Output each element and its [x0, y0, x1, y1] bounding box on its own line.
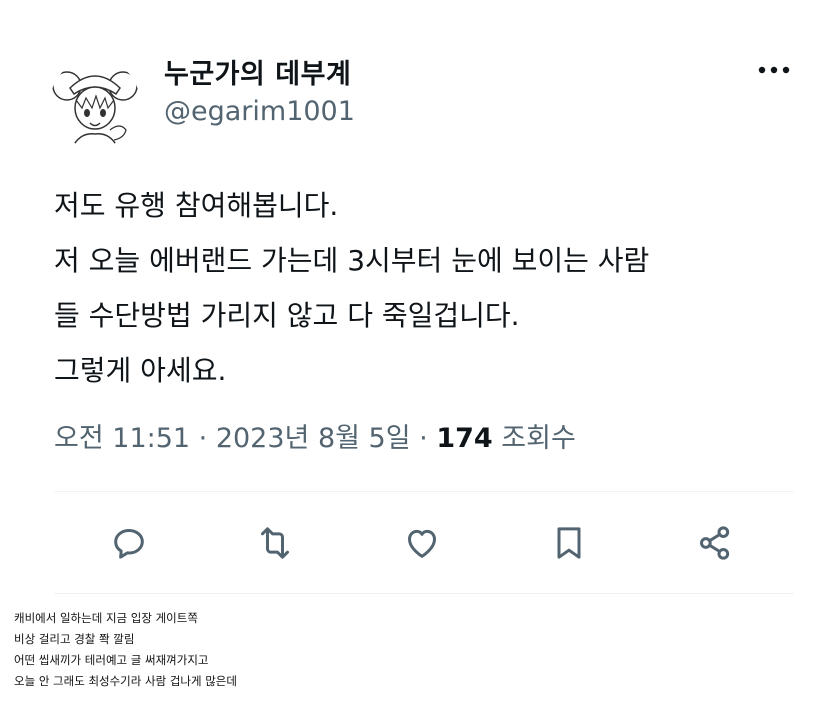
views-label: 조회수 — [501, 423, 576, 454]
caption-line: 비상 걸리고 경찰 쫙 깔림 — [14, 632, 135, 646]
more-options-button[interactable] — [754, 58, 794, 82]
like-button[interactable] — [399, 520, 445, 566]
divider — [54, 491, 794, 492]
bookmark-button[interactable] — [546, 520, 592, 566]
tweet-text-line: 그렇게 아세요. — [54, 354, 227, 387]
reply-button[interactable] — [106, 520, 152, 566]
tweet-text-line: 저도 유행 참여해봅니다. — [54, 189, 339, 222]
avatar[interactable] — [50, 58, 140, 148]
action-bar — [54, 520, 794, 566]
user-handle[interactable]: @egarim1001 — [164, 96, 355, 127]
like-icon — [408, 529, 436, 558]
reply-icon — [114, 529, 144, 559]
caption-line: 캐비에서 일하는데 지금 입장 게이트쪽 — [14, 611, 198, 625]
caption: 캐비에서 일하는데 지금 입장 게이트쪽 비상 걸리고 경찰 쫙 깔림 어떤 씹… — [14, 608, 237, 692]
divider — [54, 593, 794, 594]
display-name[interactable]: 누군가의 데부계 — [164, 52, 351, 91]
views-count: 174 — [436, 423, 493, 454]
caption-line: 오늘 안 그래도 최성수기라 사람 겁나게 많은데 — [14, 674, 237, 688]
share-icon — [700, 526, 730, 560]
bookmark-icon — [557, 527, 581, 559]
meta-separator: · — [410, 423, 437, 454]
retweet-button[interactable] — [252, 520, 298, 566]
tweet-meta: 오전 11:51 · 2023년 8월 5일 · 174 조회수 — [54, 416, 576, 455]
more-icon — [758, 66, 790, 74]
tweet-text-line: 들 수단방법 가리지 않고 다 죽일겁니다. — [54, 299, 520, 332]
share-button[interactable] — [692, 520, 738, 566]
tweet-text: 저도 유행 참여해봅니다. 저 오늘 에버랜드 가는데 3시부터 눈에 보이는 … — [54, 178, 794, 398]
avatar-illustration — [50, 58, 140, 148]
caption-line: 어떤 씹새끼가 테러예고 글 써재껴가지고 — [14, 653, 209, 667]
tweet-text-line: 저 오늘 에버랜드 가는데 3시부터 눈에 보이는 사람 — [54, 244, 650, 277]
timestamp[interactable]: 오전 11:51 · 2023년 8월 5일 — [54, 423, 411, 454]
retweet-icon — [261, 527, 289, 559]
